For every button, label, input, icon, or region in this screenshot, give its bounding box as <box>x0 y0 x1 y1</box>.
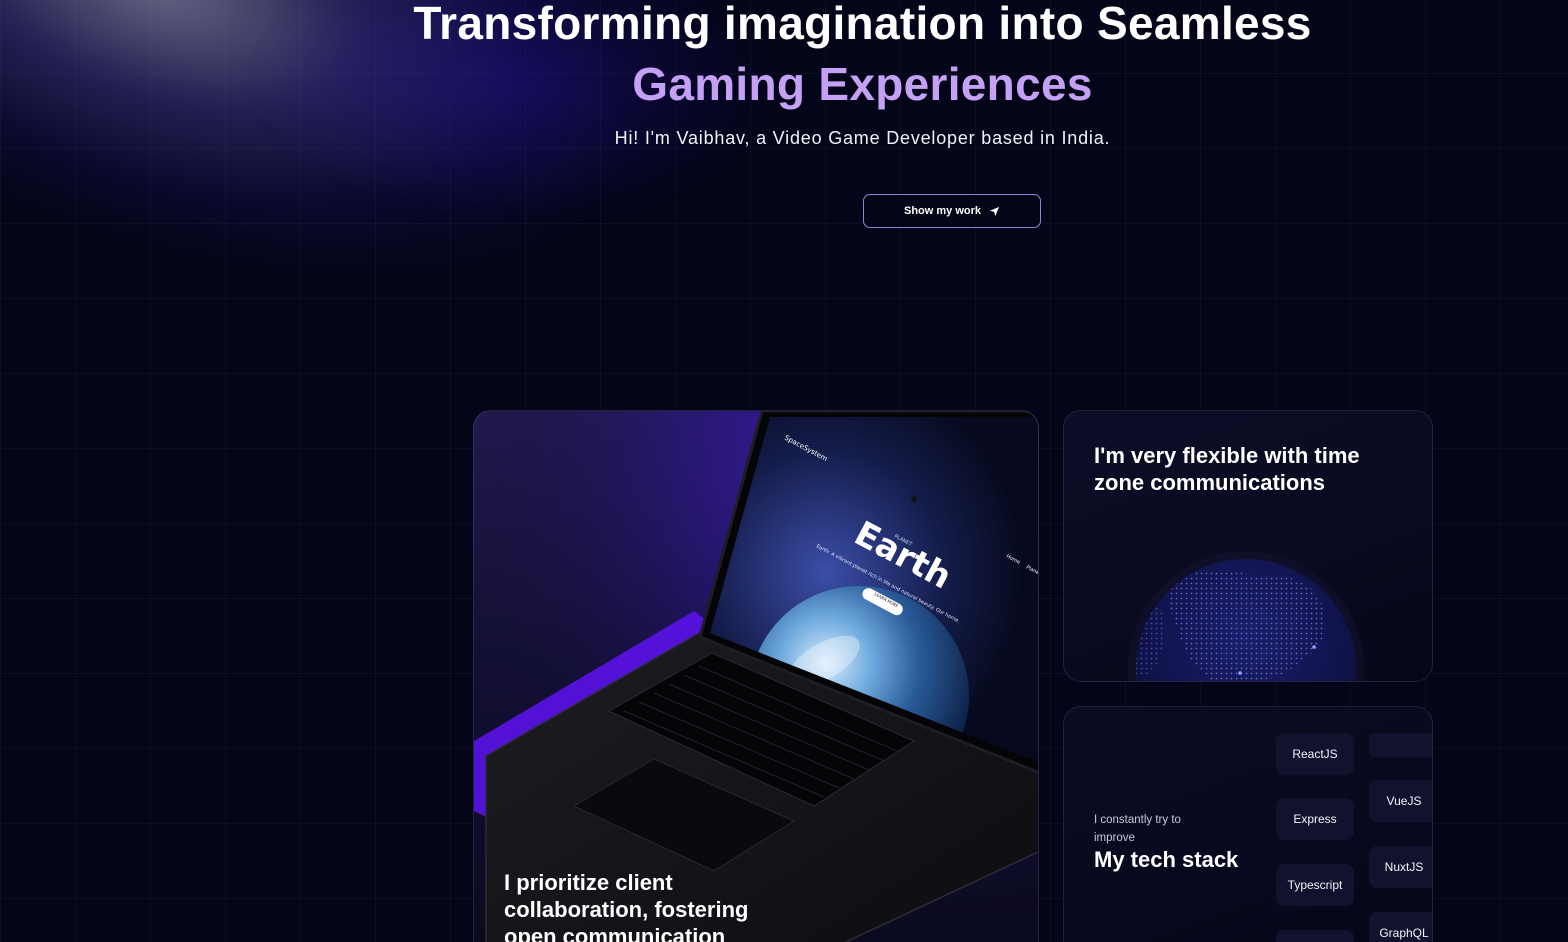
laptop-illustration: SpaceSystem PLANET Earth Earth: A vibran… <box>474 411 1038 942</box>
tech-chip-graphql: GraphQL <box>1369 912 1432 942</box>
tech-chip-express: Express <box>1276 798 1354 840</box>
tech-chip-nuxtjs: NuxtJS <box>1369 846 1432 888</box>
camera-icon <box>911 496 917 502</box>
portfolio-page: Transforming imagination into Seamless G… <box>0 0 1568 942</box>
tech-stack-kicker: I constantly try to improve <box>1094 814 1181 844</box>
collaboration-caption: I prioritize client collaboration, foste… <box>504 870 749 942</box>
tech-chip-typescript: Typescript <box>1276 864 1354 906</box>
tech-stack-title: My tech stack <box>1094 847 1239 872</box>
collaboration-card: SpaceSystem PLANET Earth Earth: A vibran… <box>473 410 1039 942</box>
location-arrow-icon <box>989 206 1000 216</box>
tech-stack-card: I constantly try to improve My tech stac… <box>1063 706 1433 942</box>
globe-icon <box>1128 551 1364 681</box>
timezone-card: I'm very flexible with time zone communi… <box>1063 410 1433 682</box>
hero-subtitle: Hi! I'm Vaibhav, a Video Game Developer … <box>614 128 1111 148</box>
hero-title-line-2: Gaming Experiences <box>632 58 1093 110</box>
show-my-work-label: Show my work <box>903 205 982 217</box>
tech-chip-empty-right <box>1369 733 1432 757</box>
tech-chip-reactjs: ReactJS <box>1276 733 1354 775</box>
tech-chip-vuejs: VueJS <box>1369 780 1432 822</box>
tech-chip-empty-left <box>1276 930 1354 942</box>
show-my-work-button[interactable]: Show my work <box>863 194 1041 228</box>
hero-title-line-1: Transforming imagination into Seamless <box>413 0 1312 49</box>
